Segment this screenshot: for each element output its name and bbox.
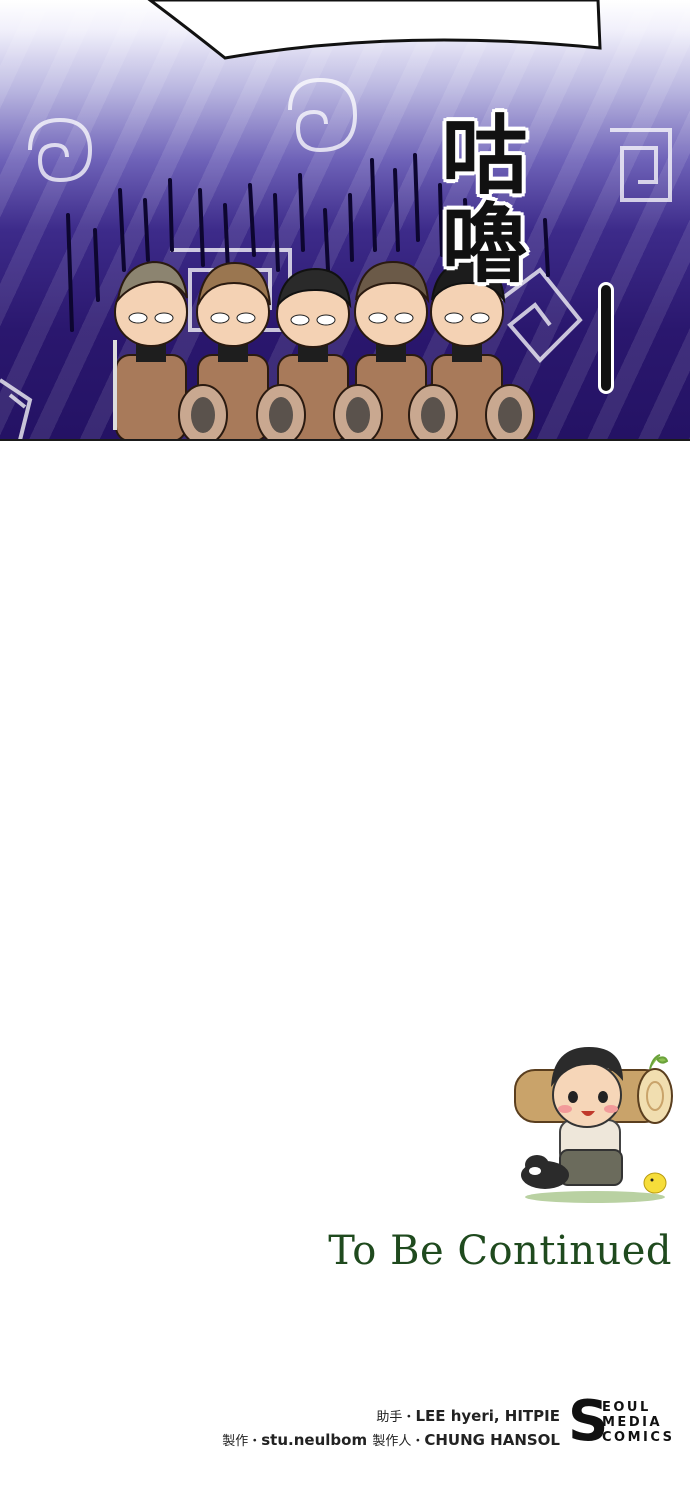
to-be-continued-text: To Be Continued: [328, 1228, 672, 1274]
producer-label: 製作人・: [372, 1434, 425, 1449]
publisher-logo: S EOUL MEDIA COMICS: [568, 1392, 676, 1452]
sound-effect-trail: [601, 285, 611, 391]
logo-line-2: MEDIA: [602, 1415, 663, 1430]
swirl: [288, 77, 358, 153]
production-label: 製作・: [222, 1434, 262, 1449]
credit-line-assistant: 助手・LEE hyeri, HITPIE: [222, 1404, 560, 1428]
producer-name: CHUNG HANSOL: [424, 1431, 560, 1449]
assistant-names: LEE hyeri, HITPIE: [415, 1407, 560, 1425]
soldier-group: [113, 260, 535, 441]
ending-character-illustration: [514, 1047, 673, 1203]
swirl: [0, 378, 33, 441]
production-name: stu.neulbom: [261, 1431, 368, 1449]
soldier: [113, 260, 188, 441]
logo-words: EOUL MEDIA COMICS: [602, 1400, 675, 1445]
swirl: [28, 117, 93, 183]
logo-line-1: EOUL: [602, 1400, 651, 1415]
sound-effect-text: 咕嚕: [426, 110, 526, 286]
comic-panel: 咕嚕: [0, 0, 690, 441]
panel-art: [0, 0, 672, 441]
logo-line-3: COMICS: [602, 1430, 675, 1445]
credit-line-production: 製作・stu.neulbom 製作人・CHUNG HANSOL: [222, 1428, 560, 1452]
credits: 助手・LEE hyeri, HITPIE 製作・stu.neulbom 製作人・…: [222, 1404, 560, 1452]
swirl: [610, 128, 672, 202]
assistant-label: 助手・: [376, 1410, 416, 1425]
panel-border: [0, 439, 690, 441]
speech-bubble: [147, 0, 602, 60]
